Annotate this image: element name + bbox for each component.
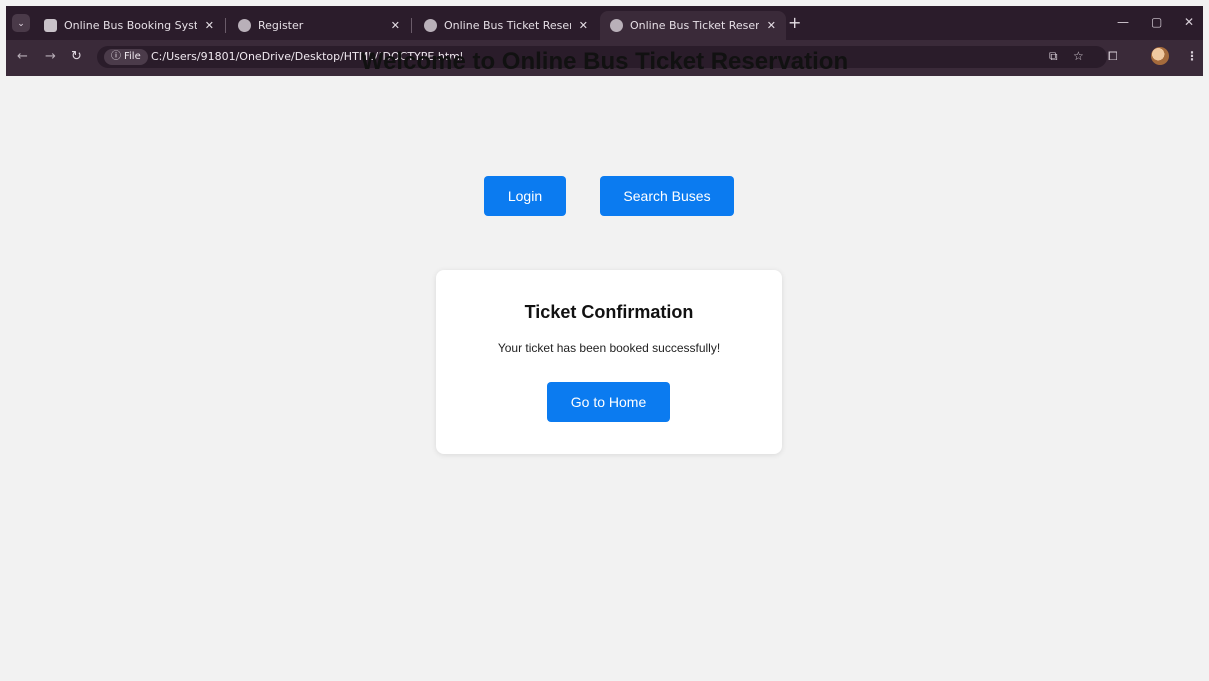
tab-separator xyxy=(411,18,412,33)
restore-icon[interactable]: ▢ xyxy=(1151,15,1162,29)
tab-search-icon[interactable]: ⌄ xyxy=(12,14,30,32)
page-title: Welcome to Online Bus Ticket Reservation xyxy=(360,48,849,75)
tab-strip: ⌄ Online Bus Booking System ✕ Register ✕… xyxy=(6,6,1203,40)
close-tab-icon[interactable]: ✕ xyxy=(205,19,214,32)
login-button[interactable]: Login xyxy=(484,176,566,216)
globe-icon xyxy=(610,19,623,32)
search-buses-button[interactable]: Search Buses xyxy=(600,176,734,216)
ticket-confirmation-card: Ticket Confirmation Your ticket has been… xyxy=(436,270,782,454)
tab-title: Register xyxy=(258,19,304,32)
close-window-icon[interactable]: ✕ xyxy=(1184,15,1194,29)
tab-title: Online Bus Ticket Reservation xyxy=(630,19,759,32)
tab-register[interactable]: Register ✕ xyxy=(228,11,410,40)
close-tab-icon[interactable]: ✕ xyxy=(767,19,776,32)
tab-title: Online Bus Ticket Reservation xyxy=(444,19,571,32)
globe-icon xyxy=(424,19,437,32)
go-to-home-button[interactable]: Go to Home xyxy=(547,382,670,422)
confirmation-message: Your ticket has been booked successfully… xyxy=(497,341,721,355)
new-tab-button[interactable]: + xyxy=(788,13,801,32)
close-tab-icon[interactable]: ✕ xyxy=(391,19,400,32)
tab-separator xyxy=(225,18,226,33)
tab-online-bus-ticket-reservation[interactable]: Online Bus Ticket Reservation ✕ xyxy=(414,11,598,40)
tab-online-bus-booking-system[interactable]: Online Bus Booking System ✕ xyxy=(34,11,224,40)
minimize-icon[interactable]: — xyxy=(1117,15,1129,29)
tab-online-bus-ticket-reservation-active[interactable]: Online Bus Ticket Reservation ✕ xyxy=(600,11,786,40)
card-title: Ticket Confirmation xyxy=(524,302,694,322)
site-favicon-icon xyxy=(44,19,57,32)
close-tab-icon[interactable]: ✕ xyxy=(579,19,588,32)
globe-icon xyxy=(238,19,251,32)
tab-title: Online Bus Booking System xyxy=(64,19,197,32)
